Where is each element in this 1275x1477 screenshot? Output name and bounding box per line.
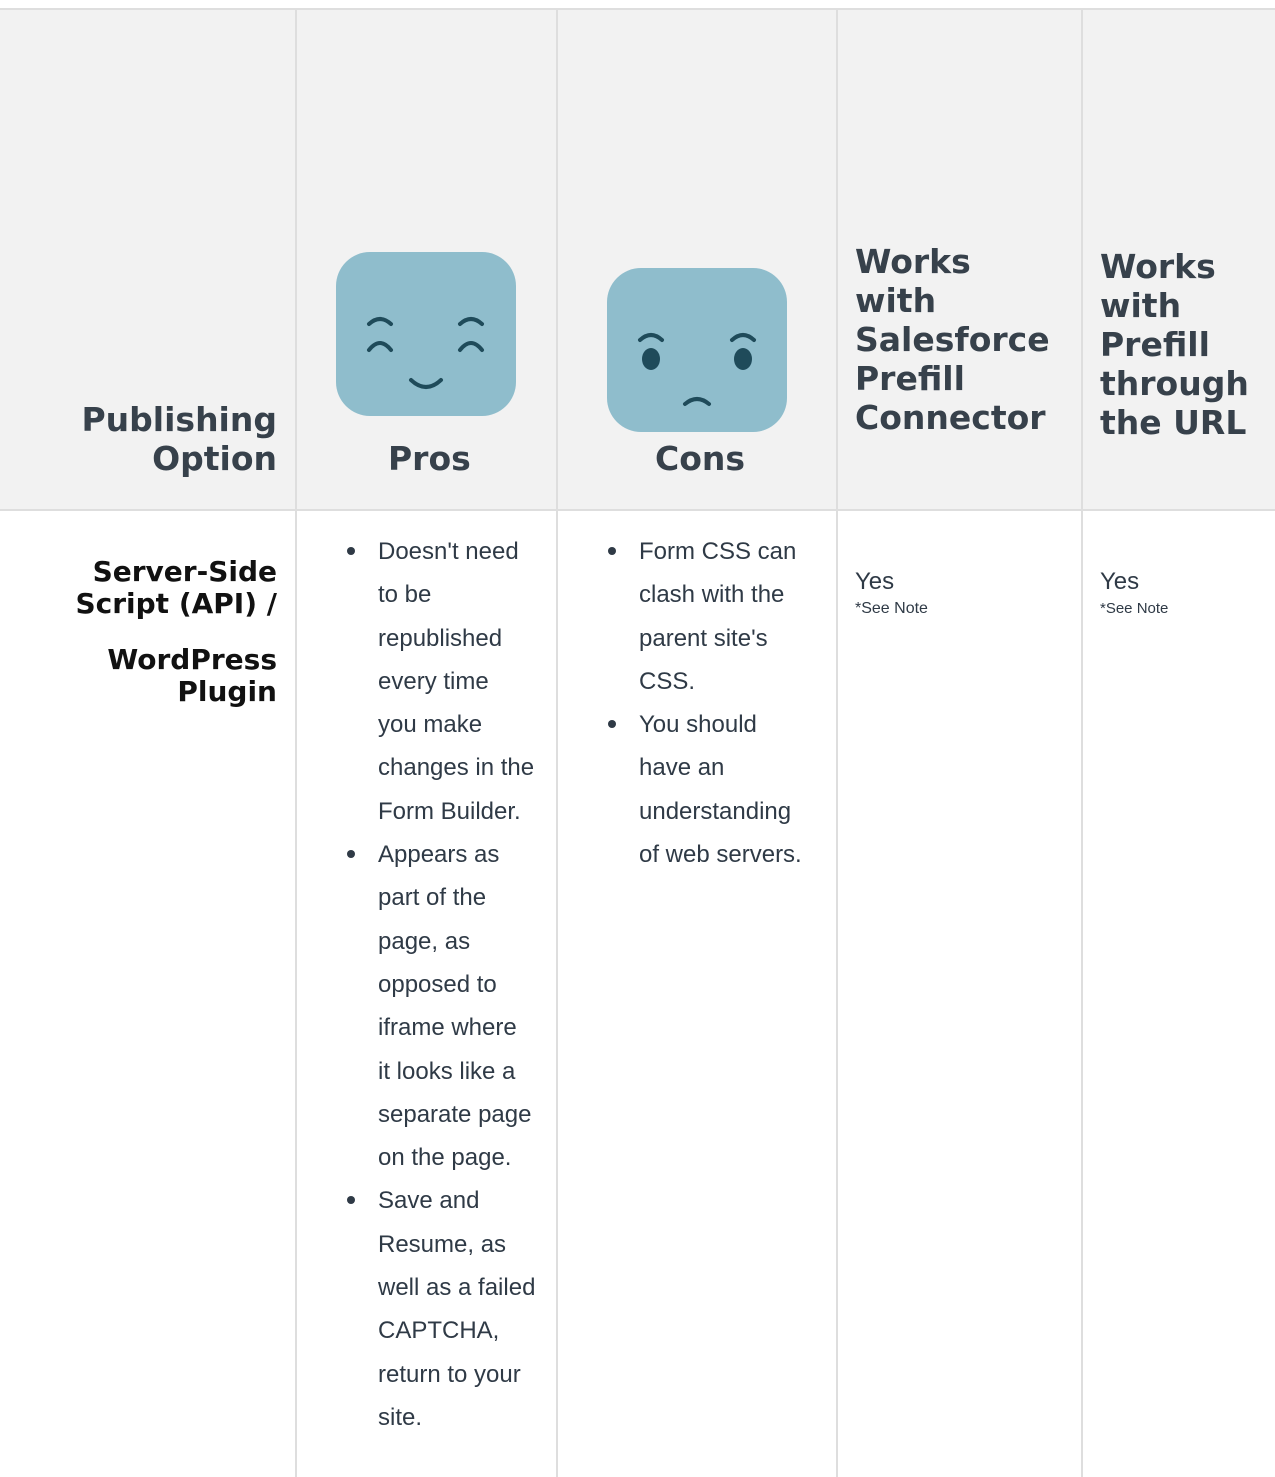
- header-text-line: Works: [855, 242, 971, 281]
- list-item-line: CSS.: [639, 667, 696, 695]
- list-item-line: understanding: [639, 797, 792, 825]
- list-item-line: Appears as: [378, 841, 500, 869]
- list-item-line: return to your: [378, 1360, 521, 1388]
- list-item: Appears as part of the page, as opposed …: [344, 833, 554, 1179]
- list-item-line: CAPTCHA,: [378, 1317, 500, 1345]
- list-item-line: part of the: [378, 884, 487, 912]
- cons-list: Form CSS can clash with the parent site'…: [605, 530, 835, 876]
- header-text-line: Option: [152, 439, 277, 478]
- list-item-line: Form CSS can: [639, 538, 797, 565]
- header-pros: Pros: [388, 439, 471, 478]
- publishing-option-line: Script (API) /: [75, 587, 277, 620]
- publishing-option-line: WordPress: [107, 643, 277, 676]
- header-text-line: with: [855, 281, 937, 320]
- list-item-line: Resume, as: [378, 1230, 507, 1258]
- header-text-line: Publishing: [81, 400, 278, 439]
- list-item-line: changes in the: [378, 754, 535, 782]
- sad-face-icon: [607, 268, 787, 432]
- happy-face-icon: [336, 252, 516, 416]
- list-item-line: separate page: [378, 1100, 532, 1128]
- salesforce-note: *See Note: [855, 600, 928, 617]
- list-item-line: clash with the: [639, 581, 785, 609]
- list-item-line: republished: [378, 624, 503, 652]
- list-item-line: on the page.: [378, 1144, 512, 1172]
- list-item: Doesn't need to be republished every tim…: [344, 530, 554, 833]
- list-item: Save and Resume, as well as a failed CAP…: [344, 1179, 554, 1439]
- header-url-prefill: Works with Prefill through the URL: [1100, 247, 1249, 442]
- list-item-line: page, as: [378, 927, 471, 955]
- list-item-line: site.: [378, 1403, 423, 1431]
- list-item: Form CSS can clash with the parent site'…: [605, 530, 835, 703]
- header-text-line: the URL: [1100, 403, 1247, 442]
- header-text-line: Prefill: [1100, 325, 1210, 364]
- list-item-line: Save and: [378, 1187, 480, 1215]
- header-text-line: Prefill: [855, 359, 965, 398]
- url-note: *See Note: [1100, 600, 1169, 617]
- header-text-line: with: [1100, 286, 1182, 325]
- list-item-line: You should: [639, 711, 757, 739]
- column-divider: [295, 8, 297, 1477]
- header-cons: Cons: [655, 439, 746, 478]
- url-value: Yes: [1100, 568, 1140, 595]
- comparison-table: Publishing Option Pros Cons Works with S…: [0, 8, 1275, 1477]
- column-divider: [1081, 8, 1083, 1477]
- salesforce-value: Yes: [855, 568, 895, 595]
- list-item: You should have an understanding of web …: [605, 703, 835, 876]
- header-text-line: Salesforce: [855, 320, 1050, 359]
- list-item-line: every time: [378, 667, 489, 695]
- list-item-line: iframe where: [378, 1014, 517, 1042]
- header-text-line: Connector: [855, 398, 1046, 437]
- row-publishing-option: Server-Side Script (API) / WordPress Plu…: [17, 556, 277, 708]
- publishing-option-line: Plugin: [177, 675, 277, 708]
- list-item-line: Doesn't need: [378, 538, 519, 565]
- header-salesforce-prefill: Works with Salesforce Prefill Connector: [855, 242, 1050, 437]
- pros-list: Doesn't need to be republished every tim…: [344, 530, 554, 1439]
- list-item-line: well as a failed: [378, 1274, 536, 1302]
- list-item-line: have an: [639, 754, 725, 782]
- header-text-line: through: [1100, 364, 1249, 403]
- list-item-line: opposed to: [378, 970, 497, 998]
- header-publishing-option: Publishing Option: [82, 400, 278, 478]
- list-item-line: Form Builder.: [378, 797, 521, 825]
- list-item-line: parent site's: [639, 624, 768, 652]
- list-item-line: to be: [378, 581, 432, 609]
- header-text-line: Works: [1100, 247, 1216, 286]
- list-item-line: of web servers.: [639, 841, 802, 869]
- column-divider: [556, 8, 558, 1477]
- list-item-line: you make: [378, 711, 483, 739]
- column-divider: [836, 8, 838, 1477]
- publishing-option-line: Server-Side: [92, 555, 277, 588]
- list-item-line: it looks like a: [378, 1057, 516, 1085]
